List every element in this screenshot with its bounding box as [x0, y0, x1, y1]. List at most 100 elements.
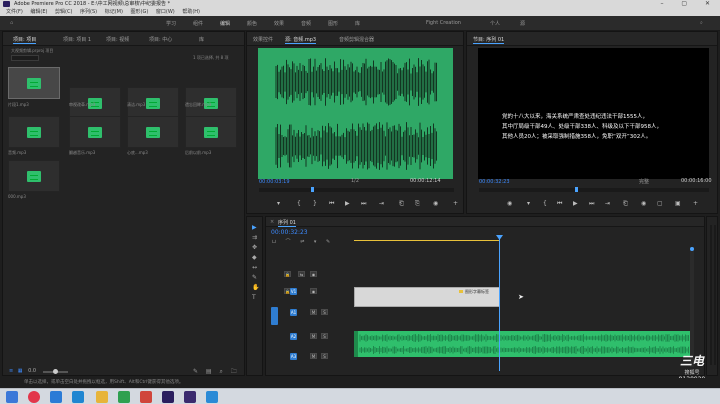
go-to-out-icon[interactable]: ⇥ — [379, 200, 384, 207]
selection-tool-icon[interactable]: ▶ — [252, 223, 257, 233]
add-control-icon[interactable]: + — [453, 200, 458, 207]
start-icon[interactable] — [6, 391, 18, 403]
after-effects-icon[interactable] — [184, 391, 196, 403]
go-to-in-icon[interactable]: } — [313, 200, 317, 207]
eye-icon[interactable]: ◉ — [310, 271, 317, 277]
pen-tool-icon[interactable]: ✎ — [252, 273, 257, 283]
program-fit[interactable]: 完整 — [639, 178, 649, 185]
add-control-icon[interactable]: + — [693, 200, 698, 207]
step-forward-icon[interactable]: ⏭ — [361, 200, 366, 208]
track-target-v1[interactable]: V1 — [290, 288, 297, 295]
home-icon[interactable]: ⌂ — [10, 20, 13, 26]
mark-in-icon[interactable]: ◉ — [507, 200, 512, 207]
step-back-icon[interactable]: ⏮ — [557, 200, 562, 208]
window-controls[interactable]: – ▢ ✕ — [660, 0, 718, 8]
razor-tool-icon[interactable]: ◆ — [252, 253, 257, 263]
source-timecode-in[interactable]: 00:00:03:19 — [259, 179, 290, 185]
search-icon[interactable]: ⌕ — [700, 20, 703, 26]
program-timecode-in[interactable]: 00:00:32:23 — [479, 179, 510, 185]
track-target-a1[interactable]: A1 — [290, 309, 297, 316]
workspace-color[interactable]: 颜色 — [247, 20, 257, 27]
track-select-tool-icon[interactable]: ⇉ — [252, 233, 257, 243]
timeline-tool-icons[interactable]: ⊔ ⌒ ⇌ ▾ ✎ — [272, 238, 334, 245]
mute-icon[interactable]: M — [310, 309, 317, 315]
menu-markers[interactable]: 标记(M) — [105, 9, 123, 15]
export-frame-icon[interactable]: ◉ — [641, 200, 646, 207]
list-view-icon[interactable]: ≡ — [9, 368, 13, 374]
mark-out-icon[interactable]: ▾ — [527, 200, 530, 207]
project-item[interactable] — [8, 116, 60, 148]
overwrite-icon[interactable]: ⎘ — [415, 200, 420, 208]
project-item[interactable] — [185, 116, 237, 148]
slip-tool-icon[interactable]: ↔ — [252, 263, 257, 273]
close-icon[interactable]: × — [270, 219, 274, 225]
media-icon[interactable] — [140, 391, 152, 403]
timeline-vertical-scrollbar[interactable] — [690, 247, 694, 367]
tab-project-video[interactable]: 项目: 视频 — [106, 36, 129, 43]
workspace-assembly[interactable]: 组件 — [193, 20, 203, 27]
menu-clip[interactable]: 剪辑(C) — [55, 9, 72, 15]
insert-icon[interactable]: ⎗ — [399, 200, 404, 208]
wechat-icon[interactable] — [118, 391, 130, 403]
hand-tool-icon[interactable]: ✋ — [252, 283, 259, 293]
workspace-graphics[interactable]: 图形 — [328, 20, 338, 27]
workspace-custom[interactable]: Fight Creation — [426, 20, 461, 26]
workspace-learn[interactable]: 学习 — [166, 20, 176, 27]
track-target-a2[interactable]: A2 — [290, 333, 297, 340]
workspace-source[interactable]: 源 — [520, 20, 525, 27]
tab-program[interactable]: 节目: 序列 01 — [473, 36, 505, 44]
playhead[interactable] — [496, 235, 503, 371]
extract-icon[interactable]: ⎗ — [623, 200, 628, 208]
workspace-editing[interactable]: 编辑 — [220, 20, 230, 27]
timeline-timecode[interactable]: 00:00:32:23 — [271, 229, 308, 236]
mail-icon[interactable] — [50, 391, 62, 403]
program-time-ruler[interactable] — [479, 187, 709, 192]
menu-edit[interactable]: 编辑(E) — [30, 9, 47, 15]
workspace-audio[interactable]: 音频 — [301, 20, 311, 27]
menu-sequence[interactable]: 序列(S) — [80, 9, 97, 15]
vr-toggle-icon[interactable]: ▢ — [657, 200, 663, 207]
ripple-edit-tool-icon[interactable]: ✥ — [252, 243, 257, 253]
project-item[interactable] — [127, 116, 179, 148]
type-tool-icon[interactable]: T — [252, 293, 256, 303]
photoshop-icon[interactable] — [206, 391, 218, 403]
tab-effect-controls[interactable]: 效果控件 — [253, 36, 273, 43]
menu-window[interactable]: 窗口(W) — [156, 9, 175, 15]
menu-graphics[interactable]: 图形(G) — [131, 9, 149, 15]
premiere-icon[interactable] — [162, 391, 174, 403]
mark-out-icon[interactable]: { — [297, 200, 301, 207]
workspace-effects[interactable]: 效果 — [274, 20, 284, 27]
play-icon[interactable]: ▶ — [345, 200, 350, 207]
browser-icon[interactable] — [28, 391, 40, 403]
icon-view-icon[interactable]: ▦ — [18, 368, 23, 374]
track-target-a3[interactable]: A3 — [290, 353, 297, 360]
source-fit[interactable]: 1/2 — [351, 178, 359, 184]
play-icon[interactable]: ▶ — [573, 200, 578, 207]
go-to-in-icon[interactable]: { — [543, 200, 547, 207]
tab-source[interactable]: 源: 音频.mp3 — [285, 36, 317, 44]
audio-clip[interactable] — [354, 331, 691, 357]
solo-icon[interactable]: S — [321, 333, 328, 339]
source-patch-a1[interactable] — [271, 307, 278, 325]
mute-icon[interactable]: M — [310, 333, 317, 339]
lift-icon[interactable]: ⇥ — [605, 200, 610, 207]
source-time-ruler[interactable] — [259, 187, 454, 192]
eye-icon[interactable]: ◉ — [310, 288, 317, 294]
export-frame-icon[interactable]: ◉ — [433, 200, 438, 207]
tab-project-1[interactable]: 项目: 项目 1 — [63, 36, 91, 43]
folder-icon[interactable] — [96, 391, 108, 403]
graphic-clip[interactable]: 图形字幕标签 — [354, 287, 500, 307]
mark-in-icon[interactable]: ▾ — [277, 200, 280, 207]
step-forward-icon[interactable]: ⏭ — [589, 200, 594, 208]
tab-sequence[interactable]: 序列 01 — [278, 219, 296, 227]
zoom-slider[interactable] — [43, 369, 68, 374]
menu-file[interactable]: 文件(F) — [6, 9, 23, 15]
project-item[interactable] — [69, 116, 121, 148]
workspace-libraries[interactable]: 库 — [355, 20, 360, 27]
mute-icon[interactable]: M — [310, 353, 317, 359]
tab-project-center[interactable]: 项目: 中心 — [149, 36, 172, 43]
solo-icon[interactable]: S — [321, 309, 328, 315]
timeline-ruler[interactable] — [354, 232, 699, 242]
step-back-icon[interactable]: ⏮ — [329, 200, 334, 208]
menu-help[interactable]: 帮助(H) — [182, 9, 200, 15]
